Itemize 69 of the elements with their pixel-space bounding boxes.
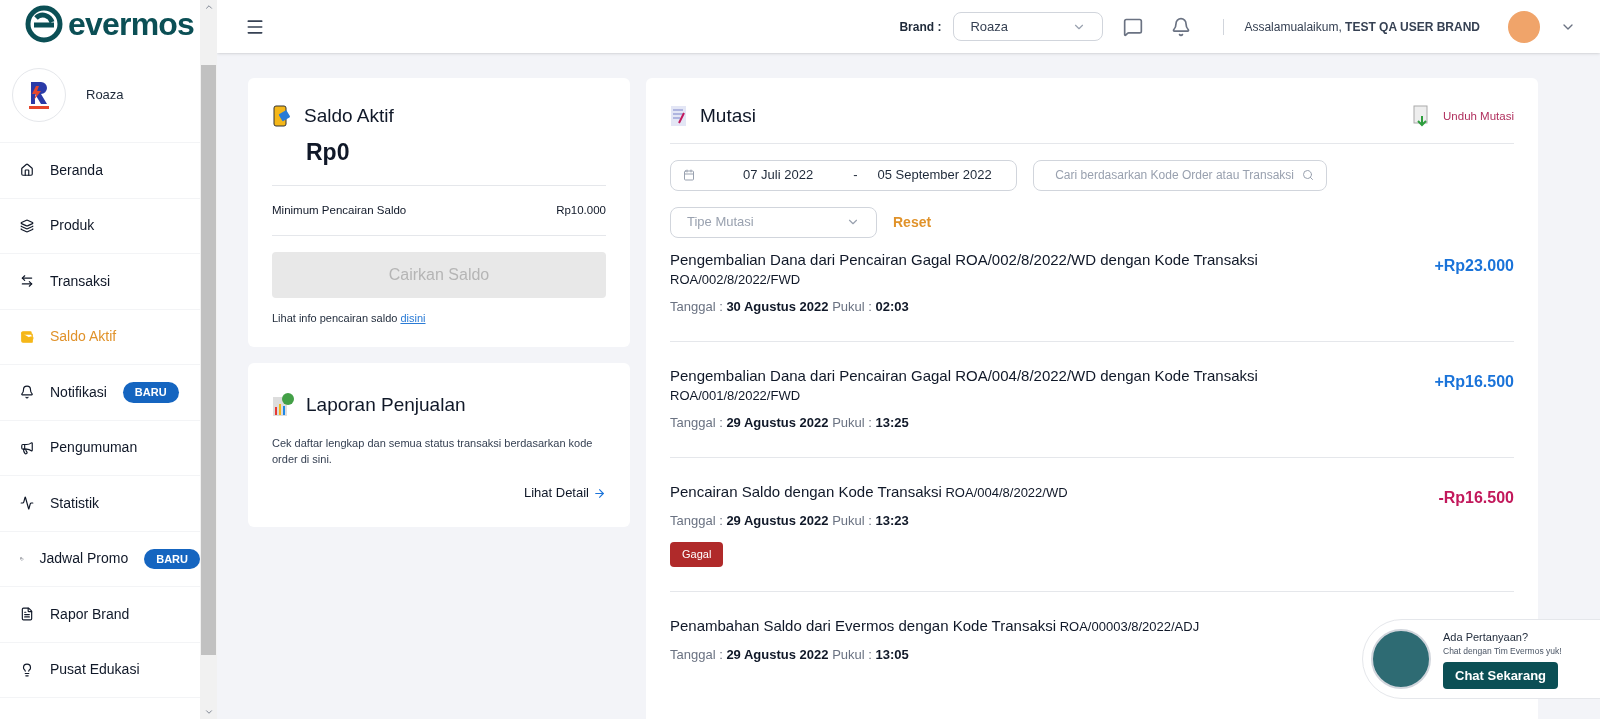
minimum-label: Minimum Pencairan Saldo xyxy=(272,203,407,218)
download-link[interactable]: Unduh Mutasi xyxy=(1413,105,1514,128)
search-input[interactable]: Cari berdasarkan Kode Order atau Transaksi xyxy=(1046,166,1294,184)
mutation-description: Pencairan Saldo dengan Kode Transaksi ROA/004/8/2022/WD xyxy=(670,481,1068,502)
mutation-description: Pengembalian Dana dari Pencairan Gagal ROA/002/8/2022/WD dengan Kode Transaksi xyxy=(670,249,1258,270)
sidebar-label: Produk xyxy=(50,216,95,236)
store-logo-icon xyxy=(28,80,50,110)
balance-amount: Rp0 xyxy=(306,137,351,167)
mutation-description: Pengembalian Dana dari Pencairan Gagal ROA/004/8/2022/WD dengan Kode Transaksi xyxy=(670,365,1258,386)
mutation-description: Penambahan Saldo dari Evermos dengan Kode Transaksi ROA/00003/8/2022/ADJ xyxy=(670,615,1200,636)
new-badge: BARU xyxy=(122,382,179,403)
mutation-datetime: Tanggal : 30 Agustus 2022 Pukul : 02:03 xyxy=(670,298,910,316)
support-avatar xyxy=(1371,629,1431,689)
date-from: 07 Juli 2022 xyxy=(743,166,814,185)
sidebar-label: Rapor Brand xyxy=(50,604,130,624)
sidebar-label: Jadwal Promo xyxy=(39,549,129,569)
mutation-datetime: Tanggal : 29 Agustus 2022 Pukul : 13:05 xyxy=(670,645,910,664)
calendar-icon xyxy=(683,169,695,181)
info-link[interactable]: disini xyxy=(400,312,426,325)
withdraw-info: Lihat info pencairan saldo disini xyxy=(272,311,427,327)
scroll-down-icon[interactable] xyxy=(203,707,214,717)
user-avatar[interactable] xyxy=(1508,10,1540,43)
mutation-datetime: Tanggal : 29 Agustus 2022 Pukul : 13:25 xyxy=(670,414,910,432)
sidebar-label: Notifikasi xyxy=(50,382,107,402)
sidebar-item[interactable]: Jadwal Promo BARU xyxy=(0,531,200,587)
minimum-value: Rp10.000 xyxy=(556,203,606,218)
card-title: Laporan Penjualan xyxy=(306,392,466,417)
transaction-code: ROA/002/8/2022/FWD xyxy=(670,270,802,289)
brand-label: Brand : xyxy=(899,18,942,36)
search-field[interactable]: Cari berdasarkan Kode Order atau Transaksi xyxy=(1033,159,1327,191)
new-badge: BARU xyxy=(144,548,200,569)
date-range-field[interactable]: 07 Juli 2022 - 05 September 2022 xyxy=(670,159,1017,191)
card-title: Saldo Aktif xyxy=(304,104,394,128)
evermos-logo-icon xyxy=(24,4,64,44)
sidebar-label: Pusat Edukasi xyxy=(50,660,140,680)
sidebar-label: Beranda xyxy=(50,160,103,180)
brand-logo-text: evermos xyxy=(68,8,195,40)
report-chart-icon xyxy=(272,393,294,417)
chat-title: Ada Pertanyaan? xyxy=(1443,629,1529,645)
wallet-phone-icon xyxy=(272,105,292,128)
sidebar-label: Pengumuman xyxy=(50,438,138,458)
sidebar-label: Saldo Aktif xyxy=(50,327,117,347)
mutation-amount: +Rp23.000 xyxy=(1434,255,1514,276)
sidebar-item[interactable]: Notifikasi BARU xyxy=(0,365,200,421)
transaction-code: ROA/001/8/2022/FWD xyxy=(670,386,802,405)
greeting-text: Assalamualaikum, TEST QA USER BRAND xyxy=(1244,18,1480,36)
chat-subtitle: Chat dengan Tim Evermos yuk! xyxy=(1443,645,1562,658)
date-to: 05 September 2022 xyxy=(877,166,992,185)
store-name: Roaza xyxy=(86,86,124,105)
mutation-datetime: Tanggal : 29 Agustus 2022 Pukul : 13:23 xyxy=(670,511,910,530)
mutation-amount: -Rp16.500 xyxy=(1438,487,1514,508)
arrow-right-icon xyxy=(593,486,606,500)
sidebar-label: Transaksi xyxy=(50,271,111,291)
report-description: Cek daftar lengkap dan semua status transaksi berdasarkan kode order di sini. xyxy=(272,436,594,468)
brand-select[interactable]: Roaza xyxy=(953,12,1104,41)
sidebar-label: Statistik xyxy=(50,493,99,513)
scroll-up-icon[interactable] xyxy=(203,2,214,12)
scrollbar[interactable] xyxy=(200,0,217,719)
date-separator: - xyxy=(853,166,858,185)
notification-icon[interactable] xyxy=(1171,16,1192,37)
scroll-thumb[interactable] xyxy=(201,64,216,655)
document-icon xyxy=(670,105,688,128)
chat-icon[interactable] xyxy=(1123,16,1144,37)
mutation-amount: +Rp16.500 xyxy=(1434,371,1514,392)
status-badge: Gagal xyxy=(670,542,724,567)
search-icon xyxy=(1302,169,1314,181)
detail-link[interactable]: Lihat Detail xyxy=(523,483,606,503)
card-title: Mutasi xyxy=(700,104,756,128)
chat-now-button[interactable]: Chat Sekarang xyxy=(1443,661,1559,690)
